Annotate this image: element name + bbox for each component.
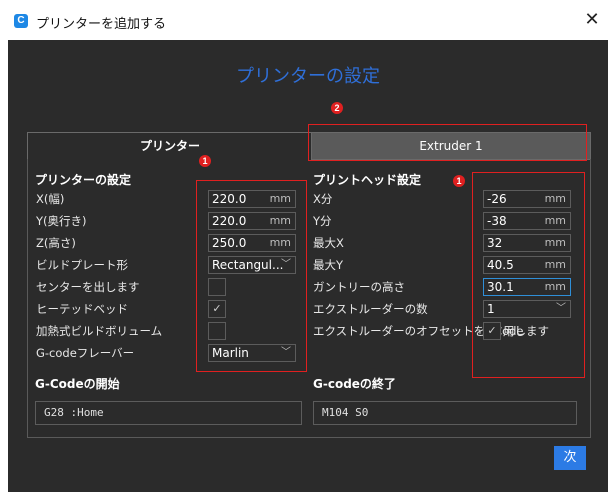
end-gcode-title: G-codeの終了 xyxy=(313,377,396,391)
start-gcode-editor[interactable]: G28 :Home xyxy=(35,401,302,425)
x-width-label: X(幅) xyxy=(36,192,65,206)
extruder-count-label: エクストルーダーの数 xyxy=(313,302,428,316)
annotation-box-printer-values xyxy=(196,180,307,372)
origin-center-label: センターを出します xyxy=(36,280,140,294)
page-title: プリンターの設定 xyxy=(236,66,380,87)
start-gcode-title: G-Codeの開始 xyxy=(35,377,120,391)
heated-bed-label: ヒーテッドベッド xyxy=(36,302,128,316)
end-gcode-editor[interactable]: M104 S0 xyxy=(313,401,577,425)
annotation-marker-1: 1 xyxy=(199,155,211,167)
annotation-marker-1b: 1 xyxy=(453,175,465,187)
printhead-settings-title: プリントヘッド設定 xyxy=(313,173,422,187)
y-max-label: 最大Y xyxy=(313,258,344,272)
y-min-label: Y分 xyxy=(313,214,332,228)
annotation-marker-2: 2 xyxy=(331,102,343,114)
app-icon: C xyxy=(14,14,28,28)
y-depth-label: Y(奥行き) xyxy=(36,214,87,228)
tab-printer[interactable]: プリンター xyxy=(27,132,313,159)
annotation-box-printhead-values xyxy=(472,172,585,378)
annotation-box-extruder-tab xyxy=(308,124,587,161)
z-height-label: Z(高さ) xyxy=(36,236,76,250)
title-bar: C プリンターを追加する ✕ xyxy=(0,0,615,40)
x-min-label: X分 xyxy=(313,192,333,206)
gantry-height-label: ガントリーの高さ xyxy=(313,280,405,294)
close-button[interactable]: ✕ xyxy=(580,8,604,32)
next-button[interactable]: 次 xyxy=(554,446,586,470)
build-plate-label: ビルドプレート形 xyxy=(36,258,128,272)
printer-settings-title: プリンターの設定 xyxy=(35,173,132,187)
window-title: プリンターを追加する xyxy=(36,17,167,32)
x-max-label: 最大X xyxy=(313,236,344,250)
heated-volume-label: 加熱式ビルドボリューム xyxy=(36,324,163,338)
gcode-flavor-label: G-codeフレーバー xyxy=(36,346,135,360)
